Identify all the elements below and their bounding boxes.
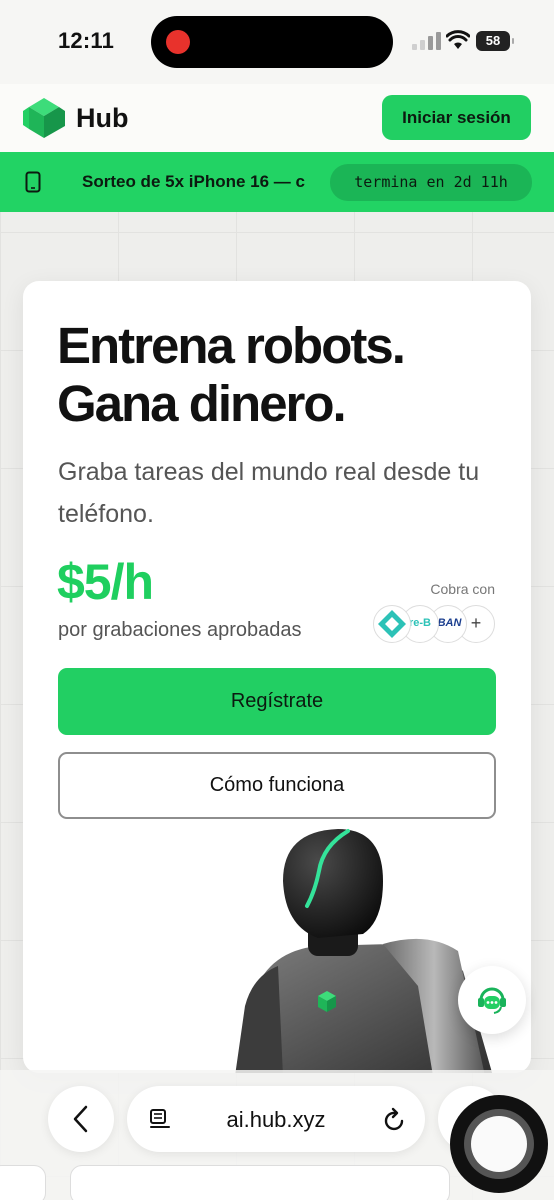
url-text: ai.hub.xyz [226,1107,326,1132]
robot-illustration [235,829,493,1073]
logo-text[interactable]: Hub [76,103,128,134]
tab-preview-center[interactable] [70,1165,450,1200]
reload-icon[interactable] [383,1106,407,1132]
back-icon [73,1105,88,1133]
status-time: 12:11 [58,28,115,53]
how-it-works-button[interactable]: Cómo funciona [58,752,496,819]
rate-caption: por grabaciones aprobadas [58,619,302,641]
recording-indicator [166,30,190,54]
payout-method-hub [373,605,411,643]
promo-marquee: Sorteo de 5x iPhone 16 — c [82,152,314,212]
battery-icon: 58 [476,31,514,51]
chat-support-icon [478,987,506,1014]
wifi-icon [446,30,470,49]
status-bar: 12:11 58 [0,0,554,84]
assistive-touch-button[interactable] [450,1095,548,1193]
support-chat-button[interactable] [458,966,526,1034]
promo-banner[interactable]: Sorteo de 5x iPhone 16 — c termina en 2d… [0,152,554,212]
headline-line-1: Entrena robots. [57,317,406,374]
register-button[interactable]: Regístrate [58,668,496,735]
site-header: Hub Iniciar sesión [0,84,554,152]
back-button[interactable] [48,1086,114,1152]
hub-logo-icon[interactable] [22,97,66,139]
login-button[interactable]: Iniciar sesión [382,95,531,140]
address-bar[interactable]: ai.hub.xyz [127,1086,425,1152]
cellular-signal-icon [412,32,442,50]
phone-icon [25,171,41,193]
diamond-logo-icon [378,610,406,638]
countdown-badge: termina en 2d 11h [330,164,532,201]
payout-label: Cobra con [430,581,495,597]
headline-line-2: Gana dinero. [57,375,347,432]
hero-headline: Entrena robots. Gana dinero. [57,317,517,433]
tab-preview-left[interactable] [0,1165,46,1200]
promo-text: Sorteo de 5x iPhone 16 — c [82,172,305,191]
hero-card: Entrena robots. Gana dinero. Graba tarea… [23,281,531,1073]
hero-subtitle: Graba tareas del mundo real desde tu tel… [58,458,480,528]
hourly-rate: $5/h [57,554,154,610]
payout-methods: re-B IBAN + [373,605,497,645]
